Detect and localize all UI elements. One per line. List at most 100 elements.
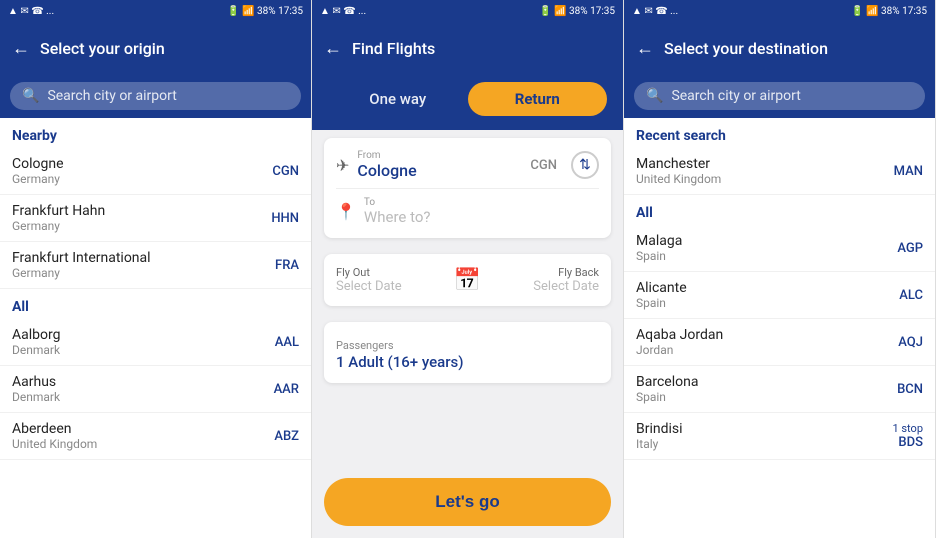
back-arrow-right[interactable]: ←: [636, 38, 654, 59]
item-city: Brindisi: [636, 421, 683, 437]
list-item[interactable]: Malaga Spain AGP: [624, 225, 935, 272]
item-code: BCN: [897, 382, 923, 397]
list-item[interactable]: Aberdeen United Kingdom ABZ: [0, 413, 311, 460]
list-item[interactable]: Frankfurt Hahn Germany HHN: [0, 195, 311, 242]
item-code: ALC: [899, 288, 923, 303]
from-code: CGN: [530, 158, 557, 173]
right-panel: ▲ ✉ ☎ ... 🔋 📶 38% 17:35 ← Select your de…: [624, 0, 936, 538]
date-row: Fly Out Select Date 📅 Fly Back Select Da…: [336, 266, 599, 294]
from-to-card: ✈ From Cologne CGN ⇅ 📍 To Where to?: [324, 138, 611, 238]
nearby-list: Cologne Germany CGN Frankfurt Hahn Germa…: [0, 148, 311, 289]
item-country: Spain: [636, 249, 682, 263]
fly-back-date: Select Date: [485, 279, 599, 294]
status-right-info: 🔋 📶 38% 17:35: [227, 6, 303, 17]
status-right-info-right: 🔋 📶 38% 17:35: [851, 6, 927, 17]
list-item[interactable]: Aarhus Denmark AAR: [0, 366, 311, 413]
item-city: Cologne: [12, 156, 64, 172]
back-arrow-middle[interactable]: ←: [324, 38, 342, 59]
list-item[interactable]: Frankfurt International Germany FRA: [0, 242, 311, 289]
search-icon-right: 🔍: [646, 88, 663, 104]
status-bar-right: ▲ ✉ ☎ ... 🔋 📶 38% 17:35: [624, 0, 935, 22]
fly-back-label: Fly Back: [485, 266, 599, 279]
list-item[interactable]: Barcelona Spain BCN: [624, 366, 935, 413]
location-dot-icon: 📍: [336, 202, 356, 221]
left-search-input[interactable]: 🔍 Search city or airport: [10, 82, 301, 110]
item-city: Barcelona: [636, 374, 698, 390]
middle-header: ← Find Flights: [312, 22, 623, 74]
right-search-bar: 🔍 Search city or airport: [624, 74, 935, 118]
item-country: Italy: [636, 437, 683, 451]
list-item[interactable]: Alicante Spain ALC: [624, 272, 935, 319]
right-search-input[interactable]: 🔍 Search city or airport: [634, 82, 925, 110]
item-country: Spain: [636, 390, 698, 404]
item-country: Spain: [636, 296, 687, 310]
date-card[interactable]: Fly Out Select Date 📅 Fly Back Select Da…: [324, 254, 611, 306]
fly-back-section[interactable]: Fly Back Select Date: [485, 266, 599, 294]
list-item[interactable]: Aqaba Jordan Jordan AQJ: [624, 319, 935, 366]
passengers-value: 1 Adult (16+ years): [336, 353, 599, 371]
right-header-title: Select your destination: [664, 39, 828, 58]
from-row[interactable]: ✈ From Cologne CGN ⇅: [336, 150, 599, 189]
recent-search-label: Recent search: [624, 118, 935, 148]
item-code: MAN: [894, 164, 923, 179]
list-item[interactable]: Manchester United Kingdom MAN: [624, 148, 935, 195]
middle-panel: ▲ ✉ ☎ ... 🔋 📶 38% 17:35 ← Find Flights O…: [312, 0, 624, 538]
item-city: Aarhus: [12, 374, 60, 390]
all-label-right: All: [624, 195, 935, 225]
item-country: Denmark: [12, 343, 60, 357]
to-placeholder: Where to?: [364, 208, 431, 226]
from-label: From: [357, 150, 416, 161]
item-city: Frankfurt Hahn: [12, 203, 105, 219]
list-item[interactable]: Cologne Germany CGN: [0, 148, 311, 195]
middle-header-title: Find Flights: [352, 39, 435, 58]
recent-list: Manchester United Kingdom MAN: [624, 148, 935, 195]
plane-icon: ✈: [336, 156, 349, 175]
item-code: AAL: [275, 335, 299, 350]
item-country: Jordan: [636, 343, 723, 357]
item-city: Aalborg: [12, 327, 60, 343]
passengers-card[interactable]: Passengers 1 Adult (16+ years): [324, 322, 611, 383]
item-code: BDS: [898, 435, 923, 450]
fly-out-section[interactable]: Fly Out Select Date: [336, 266, 450, 294]
back-arrow-left[interactable]: ←: [12, 38, 30, 59]
item-code: CGN: [272, 164, 299, 179]
item-city: Frankfurt International: [12, 250, 151, 266]
oneway-button[interactable]: One way: [328, 82, 468, 116]
fly-out-label: Fly Out: [336, 266, 450, 279]
item-code: AQJ: [898, 335, 923, 350]
status-right-info-mid: 🔋 📶 38% 17:35: [539, 6, 615, 17]
list-item[interactable]: Aalborg Denmark AAL: [0, 319, 311, 366]
item-stop: 1 stop: [892, 422, 923, 435]
lets-go-button[interactable]: Let's go: [324, 478, 611, 526]
return-button[interactable]: Return: [468, 82, 608, 116]
search-icon-left: 🔍: [22, 88, 39, 104]
to-row[interactable]: 📍 To Where to?: [336, 189, 599, 226]
all-label-left: All: [0, 289, 311, 319]
right-search-placeholder: Search city or airport: [671, 88, 800, 104]
status-bar-left: ▲ ✉ ☎ ... 🔋 📶 38% 17:35: [0, 0, 311, 22]
all-list-left: Aalborg Denmark AAL Aarhus Denmark AAR A…: [0, 319, 311, 460]
item-code: ABZ: [274, 429, 299, 444]
nearby-label: Nearby: [0, 118, 311, 148]
item-city: Aberdeen: [12, 421, 97, 437]
trip-type-toggle: One way Return: [312, 74, 623, 130]
item-code: FRA: [275, 258, 299, 273]
list-item[interactable]: Brindisi Italy 1 stop BDS: [624, 413, 935, 460]
item-country: Germany: [12, 266, 151, 280]
item-country: Germany: [12, 219, 105, 233]
item-code: AGP: [897, 241, 923, 256]
left-search-bar: 🔍 Search city or airport: [0, 74, 311, 118]
item-city: Manchester: [636, 156, 721, 172]
item-country: Denmark: [12, 390, 60, 404]
left-header: ← Select your origin: [0, 22, 311, 74]
to-label: To: [364, 197, 431, 208]
status-left-icons-right: ▲ ✉ ☎ ...: [632, 6, 678, 17]
left-header-title: Select your origin: [40, 39, 165, 58]
item-city: Alicante: [636, 280, 687, 296]
status-left-icons-mid: ▲ ✉ ☎ ...: [320, 6, 366, 17]
swap-button[interactable]: ⇅: [571, 151, 599, 179]
status-bar-middle: ▲ ✉ ☎ ... 🔋 📶 38% 17:35: [312, 0, 623, 22]
item-country: Germany: [12, 172, 64, 186]
right-header: ← Select your destination: [624, 22, 935, 74]
item-code: HHN: [271, 211, 299, 226]
